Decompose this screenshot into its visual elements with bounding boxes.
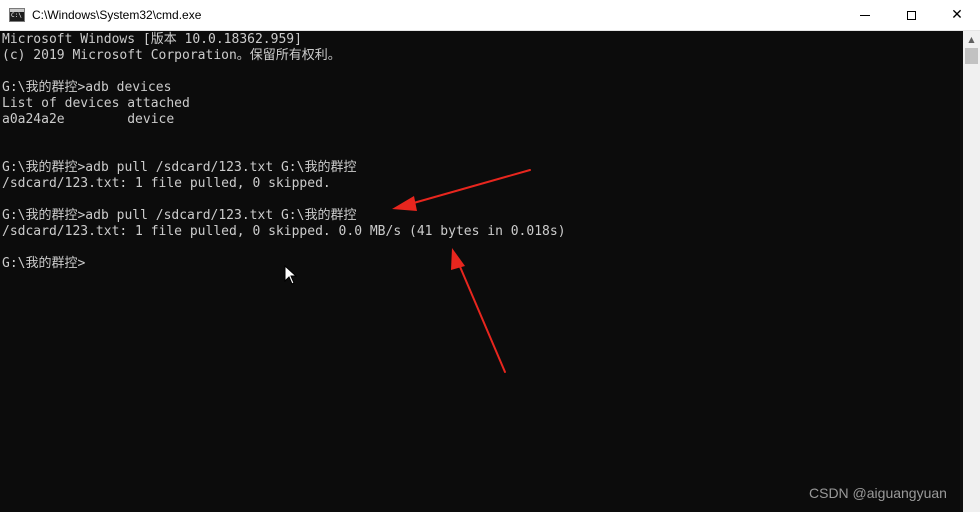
minimize-button[interactable] bbox=[842, 0, 888, 30]
console-output[interactable]: Microsoft Windows [版本 10.0.18362.959] (c… bbox=[0, 31, 963, 512]
vertical-scrollbar[interactable]: ▲ bbox=[963, 31, 980, 512]
console-line: G:\我的群控>adb pull /sdcard/123.txt G:\我的群控 bbox=[2, 160, 357, 175]
console-line: G:\我的群控>adb pull /sdcard/123.txt G:\我的群控 bbox=[2, 208, 357, 223]
console-line: List of devices attached bbox=[2, 96, 190, 111]
console-line: (c) 2019 Microsoft Corporation。保留所有权利。 bbox=[2, 48, 341, 63]
title-bar[interactable]: C:\ C:\Windows\System32\cmd.exe ✕ bbox=[0, 0, 980, 31]
scroll-up-arrow-icon: ▲ bbox=[968, 35, 975, 44]
cmd-icon: C:\ bbox=[9, 8, 25, 22]
console-line: G:\我的群控>adb devices bbox=[2, 80, 172, 95]
close-icon: ✕ bbox=[951, 7, 963, 23]
cmd-window: C:\ C:\Windows\System32\cmd.exe ✕ Micros… bbox=[0, 0, 980, 512]
console-line: /sdcard/123.txt: 1 file pulled, 0 skippe… bbox=[2, 224, 566, 239]
scroll-thumb[interactable] bbox=[965, 48, 978, 64]
console-line: /sdcard/123.txt: 1 file pulled, 0 skippe… bbox=[2, 176, 331, 191]
maximize-button[interactable] bbox=[888, 0, 934, 30]
scroll-up-button[interactable]: ▲ bbox=[963, 31, 980, 48]
maximize-icon bbox=[906, 10, 916, 20]
window-title: C:\Windows\System32\cmd.exe bbox=[32, 8, 202, 22]
close-button[interactable]: ✕ bbox=[934, 0, 980, 30]
minimize-icon bbox=[860, 14, 870, 16]
console-prompt-line[interactable]: G:\我的群控> bbox=[2, 256, 85, 272]
console-line: a0a24a2e device bbox=[2, 112, 175, 127]
mouse-pointer-icon bbox=[284, 265, 298, 285]
csdn-watermark: CSDN @aiguangyuan bbox=[809, 485, 947, 501]
console-line: Microsoft Windows [版本 10.0.18362.959] bbox=[2, 32, 302, 47]
